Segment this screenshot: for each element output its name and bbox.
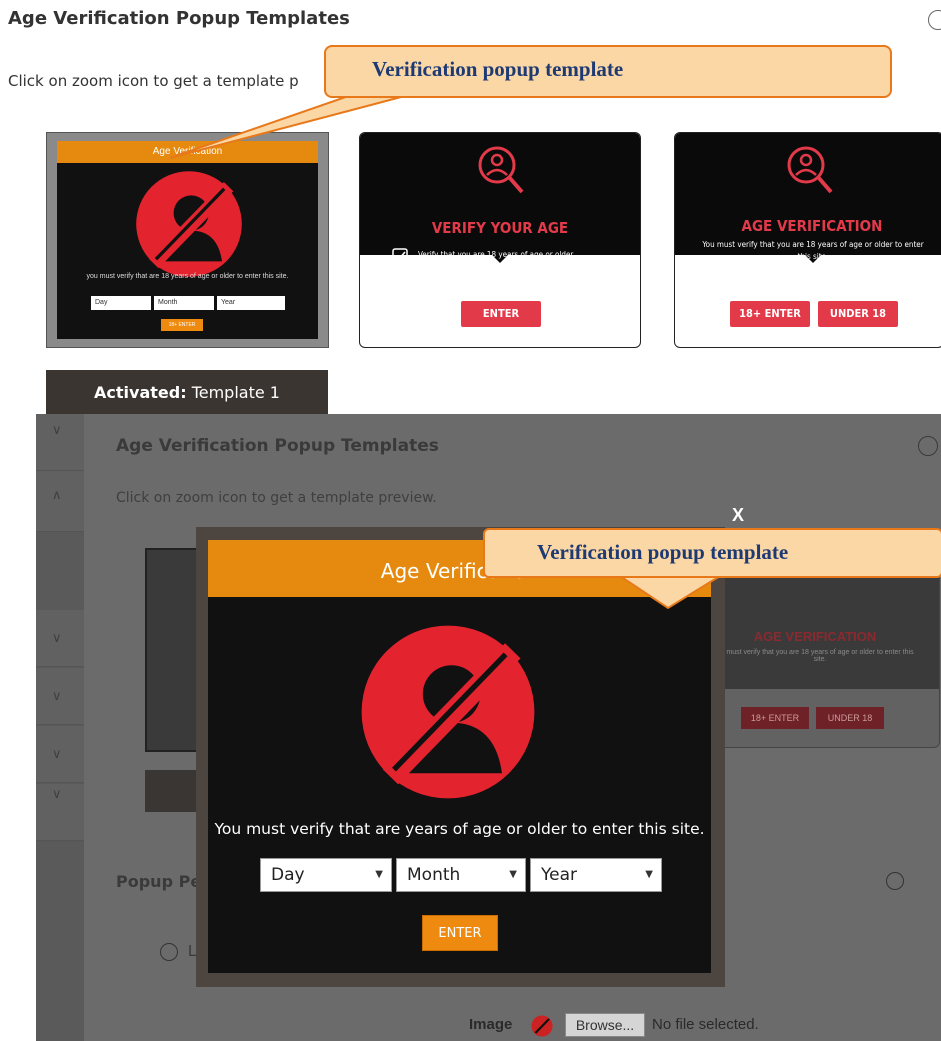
collapse-icon[interactable] <box>928 10 941 30</box>
year-select-value: Year <box>541 865 577 885</box>
template-3-enter-button: 18+ ENTER <box>730 301 810 327</box>
template-3-text: You must verify that you are 18 years of… <box>702 240 924 261</box>
page-title: Age Verification Popup Templates <box>8 8 350 29</box>
no-person-icon <box>361 625 535 799</box>
month-select-value: Month <box>407 865 461 885</box>
activated-label: Activated: <box>94 383 187 402</box>
logo-collapse-icon[interactable] <box>160 943 178 961</box>
day-select-value: Day <box>271 865 305 885</box>
sidebar-box-2[interactable]: ∧ <box>36 471 84 532</box>
close-button[interactable]: X <box>732 505 744 526</box>
browse-button[interactable]: Browse... <box>565 1013 645 1037</box>
day-select[interactable]: Day ▼ <box>260 858 392 892</box>
sidebar-box-4[interactable]: ∨ <box>36 668 84 725</box>
chevron-down-icon: ∨ <box>52 630 62 645</box>
callout-modal-text: Verification popup template <box>537 540 789 564</box>
year-select[interactable]: Year ▼ <box>530 858 662 892</box>
bg-template-3-text: must verify that you are 18 years of age… <box>726 649 914 663</box>
activated-value: Template 1 <box>191 383 280 402</box>
sidebar-box-1[interactable]: ∨ <box>36 414 84 471</box>
chevron-down-icon: ∨ <box>52 746 62 761</box>
no-person-icon <box>531 1015 553 1037</box>
callout-modal: Verification popup template <box>483 528 941 578</box>
page-subtitle: Click on zoom icon to get a template p <box>8 72 299 90</box>
sidebar-box-6[interactable]: ∨ <box>36 784 84 841</box>
template-3-under-button: UNDER 18 <box>818 301 898 327</box>
callout-top-text: Verification popup template <box>372 57 624 81</box>
template-2-heading: VERIFY YOUR AGE <box>431 219 569 237</box>
template-2-enter-button: ENTER <box>461 301 541 327</box>
template-1-text: you must verify that are 18 years of age… <box>86 273 289 280</box>
bg-collapse-icon[interactable] <box>918 436 938 456</box>
chevron-up-icon: ∧ <box>52 487 62 502</box>
no-file-text: No file selected. <box>652 1016 759 1033</box>
search-person-icon <box>787 146 833 194</box>
bg-template-3-btn2: UNDER 18 <box>816 707 884 729</box>
template-3-thumbnail[interactable]: AGE VERIFICATION You must verify that yo… <box>674 132 941 348</box>
no-person-icon <box>136 171 242 277</box>
chevron-down-icon: ∨ <box>52 786 62 801</box>
bg-template-3-btn1: 18+ ENTER <box>741 707 809 729</box>
dropdown-arrow-icon: ▼ <box>375 869 383 880</box>
bg-template-3-heading: AGE VERIFICATION <box>753 629 877 644</box>
search-person-icon <box>478 146 524 194</box>
template-1-thumbnail[interactable]: Age Verification you must verify that ar… <box>46 132 329 348</box>
template-1-month-select: Month <box>154 296 214 310</box>
template-1-header: Age Verification <box>57 141 318 163</box>
bg-section-collapse-icon[interactable] <box>886 872 904 890</box>
dropdown-arrow-icon: ▼ <box>645 869 653 880</box>
dropdown-arrow-icon: ▼ <box>509 869 517 880</box>
bg-title: Age Verification Popup Templates <box>116 436 439 456</box>
activated-badge: Activated: Template 1 <box>46 370 328 416</box>
template-1-day-select: Day <box>91 296 151 310</box>
template-3-heading: AGE VERIFICATION <box>741 217 883 235</box>
month-select[interactable]: Month ▼ <box>396 858 526 892</box>
template-2-thumbnail[interactable]: VERIFY YOUR AGE Verify that you are 18 y… <box>359 132 641 348</box>
sidebar-box-5[interactable]: ∨ <box>36 726 84 783</box>
template-2-checkbox-text: Verify that you are 18 years of age or o… <box>418 250 575 259</box>
bg-template-3: AGE VERIFICATION must verify that you ar… <box>690 548 940 748</box>
checkbox-icon <box>392 248 408 264</box>
enter-button[interactable]: ENTER <box>422 915 498 951</box>
callout-top: Verification popup template <box>324 45 892 98</box>
chevron-down-icon: ∨ <box>52 422 62 437</box>
modal-text: You must verify that are years of age or… <box>214 820 705 838</box>
bg-subtitle: Click on zoom icon to get a template pre… <box>116 490 437 506</box>
template-1-year-select: Year <box>217 296 285 310</box>
sidebar-box-3[interactable]: ∨ <box>36 610 84 667</box>
chevron-down-icon: ∨ <box>52 688 62 703</box>
template-1-button: 18+ ENTER <box>161 319 203 331</box>
image-label: Image <box>469 1016 513 1033</box>
